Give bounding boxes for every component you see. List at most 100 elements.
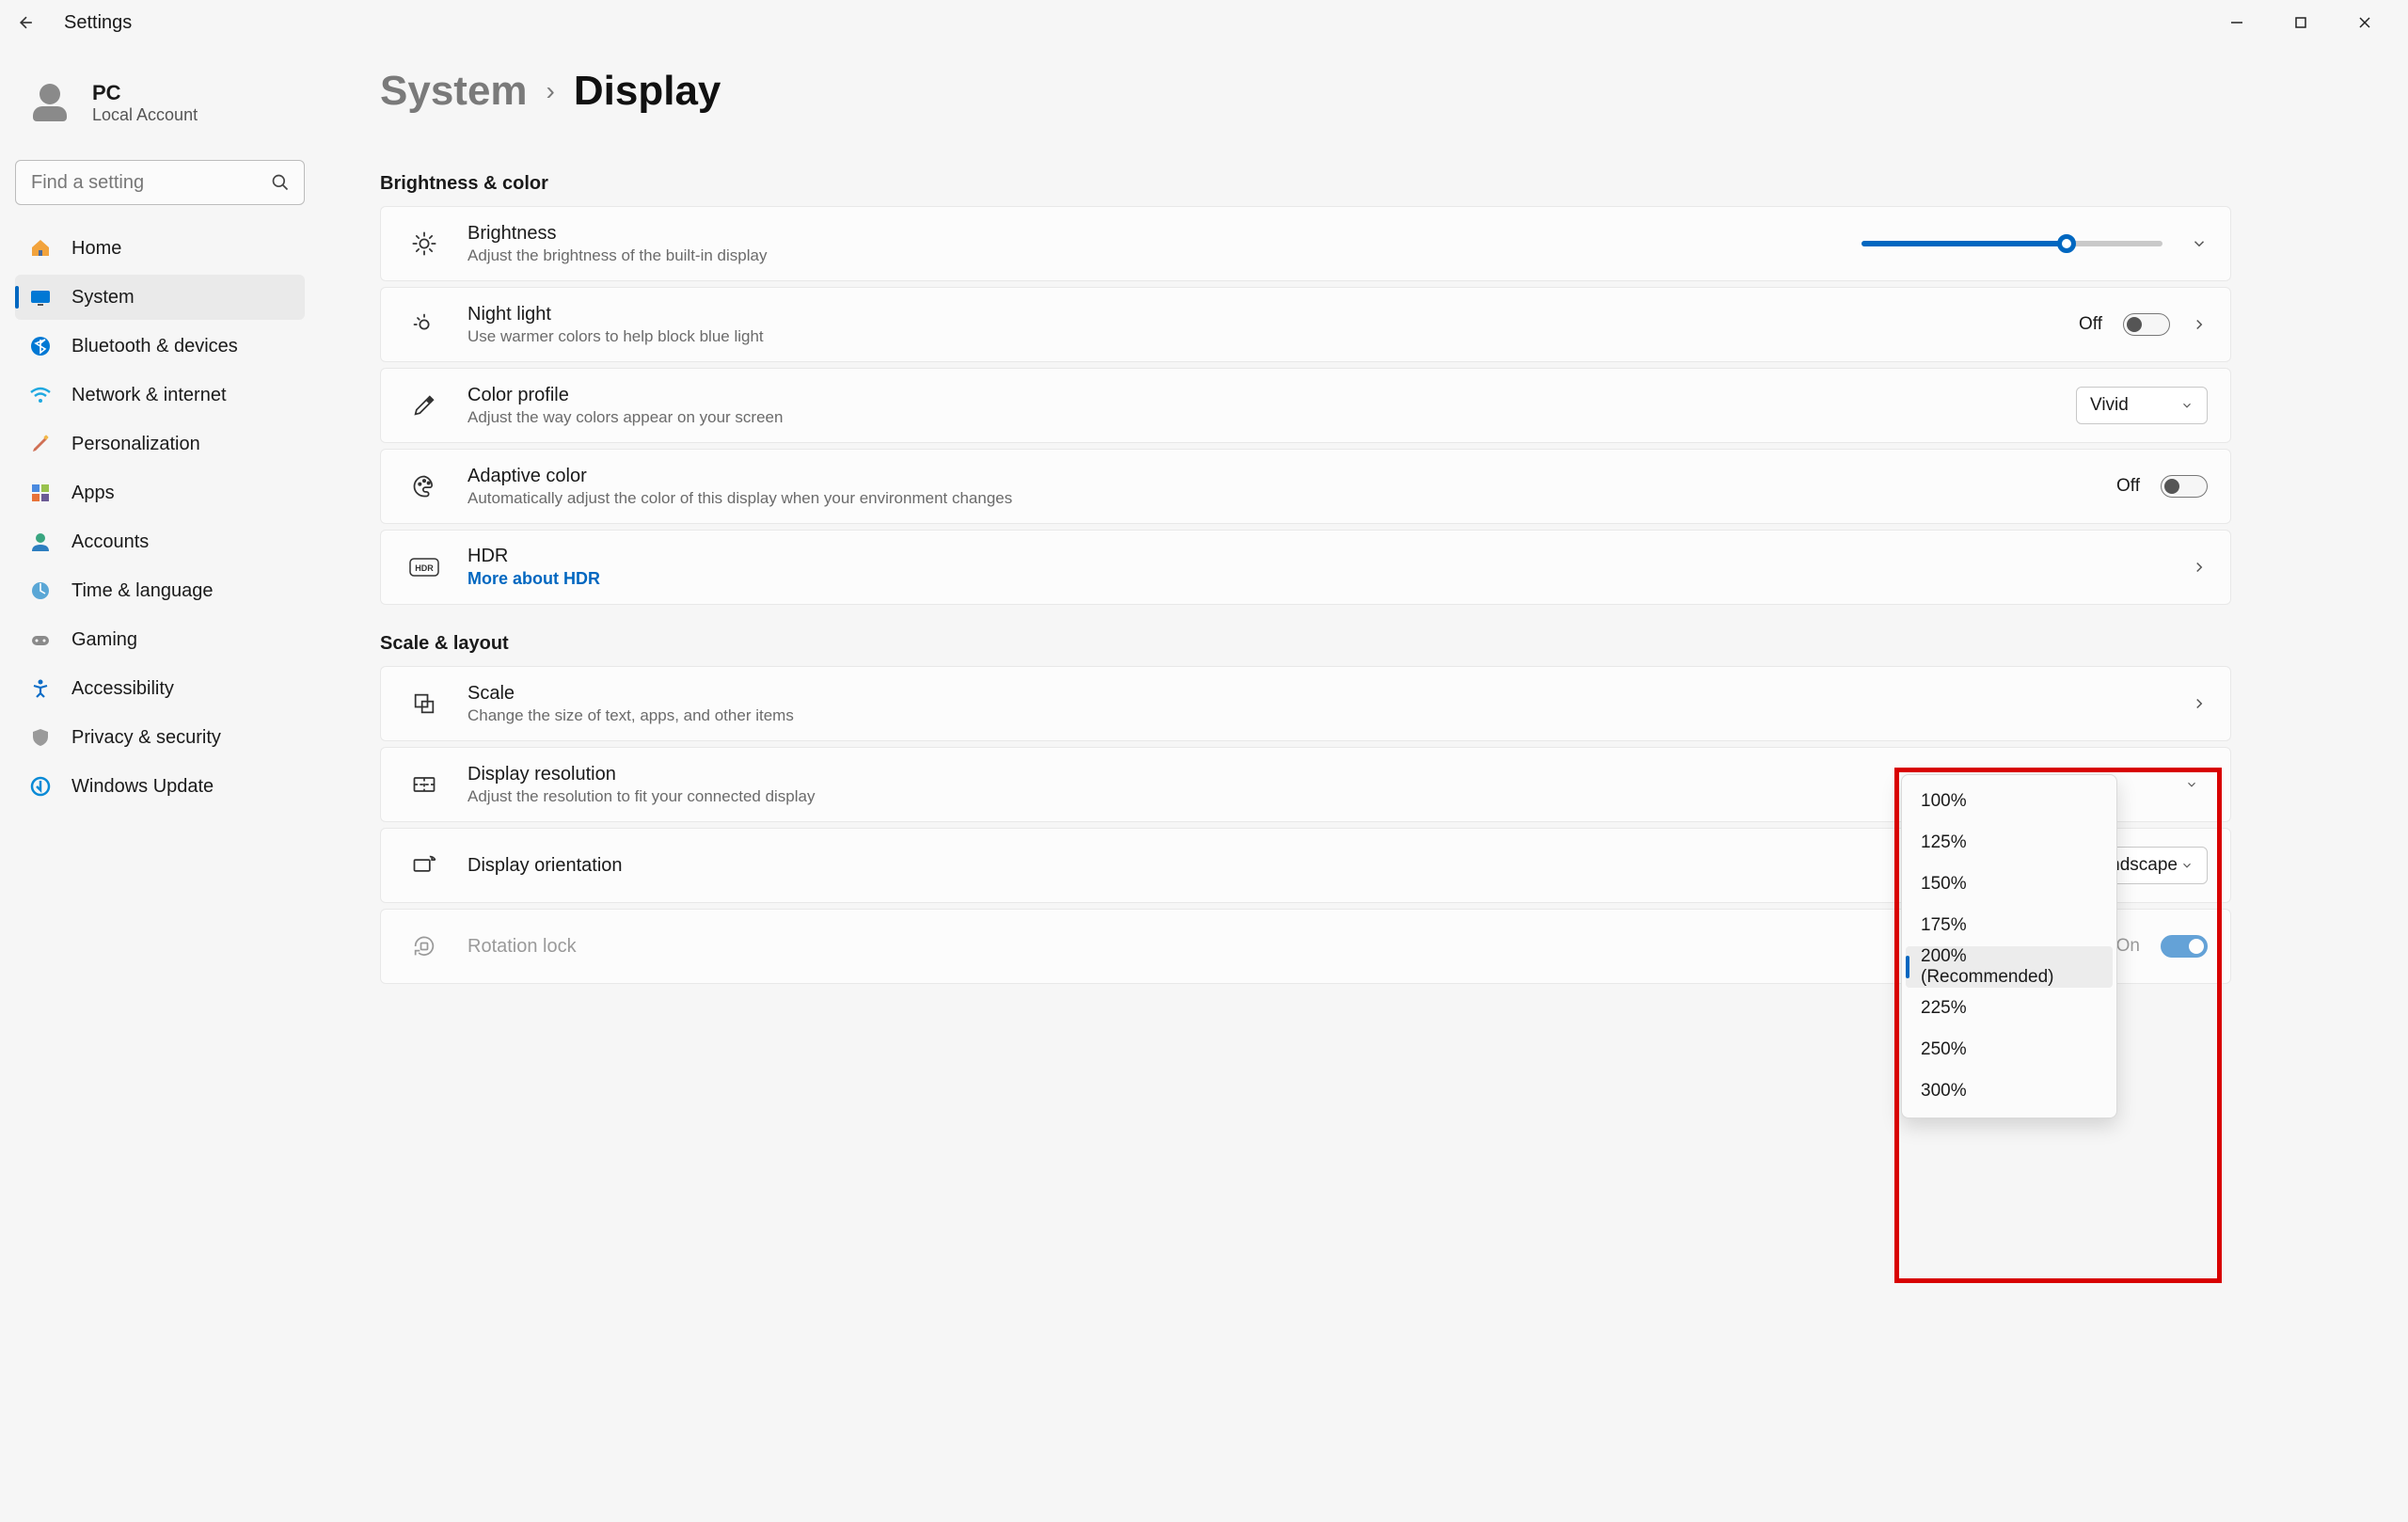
scale-option[interactable]: 300% xyxy=(1906,1070,2113,1112)
chevron-down-icon xyxy=(2180,399,2194,412)
nav-item-privacy[interactable]: Privacy & security xyxy=(15,715,305,760)
setting-subtitle: Adjust the way colors appear on your scr… xyxy=(467,408,2076,427)
nav-label: Time & language xyxy=(71,580,213,602)
nav-item-apps[interactable]: Apps xyxy=(15,470,305,515)
accessibility-icon xyxy=(28,676,53,701)
maximize-button[interactable] xyxy=(2282,4,2320,41)
nav-item-personalization[interactable]: Personalization xyxy=(15,421,305,467)
nav-item-gaming[interactable]: Gaming xyxy=(15,617,305,662)
user-name: PC xyxy=(92,81,198,105)
scale-option[interactable]: 250% xyxy=(1906,1029,2113,1070)
nav-label: Bluetooth & devices xyxy=(71,336,238,357)
setting-title: Adaptive color xyxy=(467,466,2116,487)
scale-option[interactable]: 125% xyxy=(1906,822,2113,864)
minimize-button[interactable] xyxy=(2218,4,2256,41)
night-light-toggle[interactable] xyxy=(2123,313,2170,336)
search-box xyxy=(15,160,305,205)
user-account: Local Account xyxy=(92,105,198,125)
moon-sun-icon xyxy=(404,311,445,338)
scale-option[interactable]: 175% xyxy=(1906,905,2113,946)
card-scale[interactable]: Scale Change the size of text, apps, and… xyxy=(380,666,2231,741)
search-input[interactable] xyxy=(15,160,305,205)
hdr-icon: HDR xyxy=(404,558,445,577)
chevron-right-icon[interactable] xyxy=(2191,695,2208,712)
rotation-lock-icon xyxy=(404,933,445,959)
toggle-status: Off xyxy=(2116,476,2140,497)
nav-item-accessibility[interactable]: Accessibility xyxy=(15,666,305,711)
chevron-down-icon xyxy=(2180,859,2194,872)
paintbrush-icon xyxy=(28,432,53,456)
nav-label: Network & internet xyxy=(71,385,227,406)
card-adaptive-color: Adaptive color Automatically adjust the … xyxy=(380,449,2231,524)
scale-option[interactable]: 150% xyxy=(1906,864,2113,905)
sidebar: PC Local Account Home System Bluetooth &… xyxy=(0,45,320,1522)
close-icon xyxy=(2357,15,2372,30)
titlebar: Settings xyxy=(0,0,2408,45)
maximize-icon xyxy=(2293,15,2308,30)
scale-option[interactable]: 100% xyxy=(1906,781,2113,822)
nav-item-network[interactable]: Network & internet xyxy=(15,373,305,418)
nav-item-windows-update[interactable]: Windows Update xyxy=(15,764,305,809)
chevron-right-icon: › xyxy=(547,76,555,106)
nav-label: Accessibility xyxy=(71,678,174,700)
nav-item-home[interactable]: Home xyxy=(15,226,305,271)
nav-label: Accounts xyxy=(71,531,149,553)
svg-text:HDR: HDR xyxy=(415,563,434,573)
nav-label: Gaming xyxy=(71,629,137,651)
breadcrumb-current: Display xyxy=(574,68,721,115)
scale-icon xyxy=(404,690,445,717)
close-button[interactable] xyxy=(2346,4,2384,41)
chevron-down-icon[interactable] xyxy=(2191,235,2208,252)
account-icon xyxy=(28,530,53,554)
setting-title: Brightness xyxy=(467,223,1861,245)
setting-title: Color profile xyxy=(467,385,2076,406)
gamepad-icon xyxy=(28,627,53,652)
nav-label: Home xyxy=(71,238,121,260)
color-profile-combo[interactable]: Vivid xyxy=(2076,387,2208,424)
system-icon xyxy=(28,285,53,309)
globe-clock-icon xyxy=(28,579,53,603)
chevron-right-icon[interactable] xyxy=(2191,316,2208,333)
bluetooth-icon xyxy=(28,334,53,358)
card-hdr[interactable]: HDR HDR More about HDR xyxy=(380,530,2231,605)
setting-title: HDR xyxy=(467,546,2191,567)
palette-icon xyxy=(404,473,445,499)
window-controls xyxy=(2218,4,2400,41)
wifi-icon xyxy=(28,383,53,407)
apps-icon xyxy=(28,481,53,505)
user-block[interactable]: PC Local Account xyxy=(15,60,305,152)
home-icon xyxy=(28,236,53,261)
brightness-slider[interactable] xyxy=(1861,241,2162,246)
avatar xyxy=(26,79,73,126)
setting-title: Night light xyxy=(467,304,2079,325)
setting-title: Display orientation xyxy=(467,855,2076,877)
hdr-link[interactable]: More about HDR xyxy=(467,569,2191,589)
update-icon xyxy=(28,774,53,799)
eyedropper-icon xyxy=(404,392,445,419)
nav-item-time-language[interactable]: Time & language xyxy=(15,568,305,613)
rotation-lock-toggle xyxy=(2161,935,2208,958)
toggle-status: On xyxy=(2116,936,2140,957)
card-night-light[interactable]: Night light Use warmer colors to help bl… xyxy=(380,287,2231,362)
scale-option-selected[interactable]: 200% (Recommended) xyxy=(1906,946,2113,988)
setting-title: Rotation lock xyxy=(467,936,2116,958)
adaptive-color-toggle[interactable] xyxy=(2161,475,2208,498)
search-icon xyxy=(271,173,290,192)
shield-icon xyxy=(28,725,53,750)
app-title: Settings xyxy=(64,12,132,34)
card-brightness[interactable]: Brightness Adjust the brightness of the … xyxy=(380,206,2231,281)
card-color-profile: Color profile Adjust the way colors appe… xyxy=(380,368,2231,443)
chevron-right-icon[interactable] xyxy=(2191,559,2208,576)
setting-subtitle: Adjust the brightness of the built-in di… xyxy=(467,246,1861,265)
nav-item-accounts[interactable]: Accounts xyxy=(15,519,305,564)
minimize-icon xyxy=(2229,15,2244,30)
setting-subtitle: Use warmer colors to help block blue lig… xyxy=(467,327,2079,346)
sun-icon xyxy=(404,230,445,257)
breadcrumb-parent[interactable]: System xyxy=(380,68,528,115)
nav-item-system[interactable]: System xyxy=(15,275,305,320)
nav-item-bluetooth[interactable]: Bluetooth & devices xyxy=(15,324,305,369)
scale-option[interactable]: 225% xyxy=(1906,988,2113,1029)
back-button[interactable] xyxy=(8,4,45,41)
chevron-down-icon[interactable] xyxy=(2185,778,2198,791)
section-scale-layout: Scale & layout xyxy=(380,633,2231,655)
